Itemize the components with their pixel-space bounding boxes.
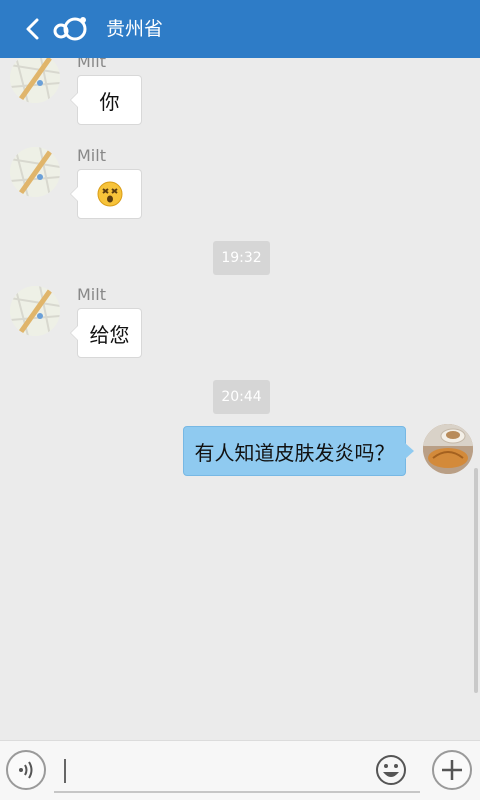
- message-input-field[interactable]: [54, 749, 420, 793]
- message-bubble[interactable]: 你: [70, 75, 142, 125]
- chat-messages[interactable]: Milt 你 Milt 19:32 Milt 给您 20:44 有人知道皮肤发炎…: [0, 58, 480, 740]
- chevron-left-icon[interactable]: [20, 16, 46, 42]
- page-title: 贵州省: [106, 18, 164, 40]
- message-bubble[interactable]: 给您: [70, 308, 142, 358]
- message-input[interactable]: [68, 757, 372, 787]
- avatar[interactable]: [10, 147, 60, 197]
- avatar[interactable]: [10, 286, 60, 336]
- message-bubble-own[interactable]: 有人知道皮肤发炎吗？: [183, 426, 414, 476]
- text-cursor: [64, 759, 66, 783]
- title-bar: 贵州省: [0, 0, 480, 58]
- message-text: 有人知道皮肤发炎吗？: [194, 440, 395, 465]
- app-logo-icon: [53, 17, 87, 41]
- timestamp: 20:44: [213, 380, 270, 414]
- sender-name: Milt: [77, 58, 106, 71]
- dizzy-face-emoji: [97, 181, 122, 207]
- voice-icon: [19, 761, 33, 779]
- voice-button[interactable]: [6, 750, 46, 790]
- avatar[interactable]: [423, 424, 473, 474]
- plus-icon: [442, 760, 462, 780]
- avatar[interactable]: [10, 58, 60, 103]
- message-bubble[interactable]: [70, 169, 142, 219]
- message-text: 给您: [89, 322, 130, 347]
- input-bar: [0, 740, 480, 800]
- message-text: 你: [99, 89, 120, 114]
- add-button[interactable]: [432, 750, 472, 790]
- smiley-icon: [376, 755, 406, 785]
- sender-name: Milt: [77, 146, 106, 165]
- scrollbar[interactable]: [474, 468, 478, 693]
- timestamp: 19:32: [213, 241, 270, 275]
- emoji-button[interactable]: [374, 753, 408, 787]
- sender-name: Milt: [77, 285, 106, 304]
